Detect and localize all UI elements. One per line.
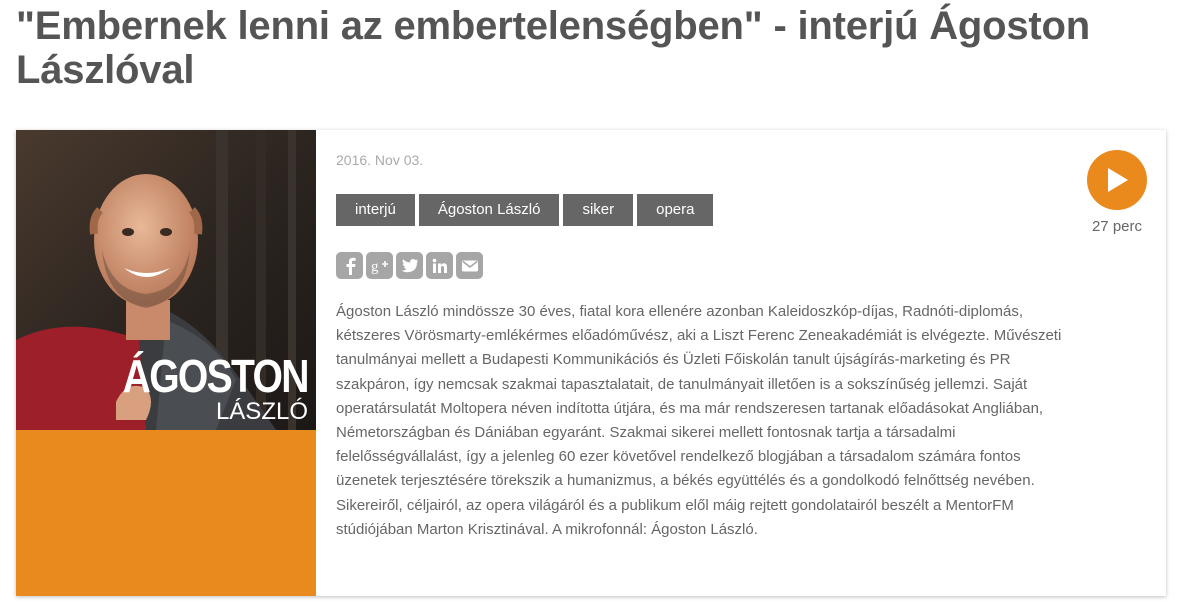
page-title: "Embernek lenni az embertelenségben" - i…	[16, 4, 1091, 92]
episode-card: ÁGOSTON LÁSZLÓ 2016. Nov 03. interjú Ágo…	[16, 130, 1166, 596]
email-icon[interactable]	[456, 252, 483, 279]
twitter-icon[interactable]	[396, 252, 423, 279]
page: "Embernek lenni az embertelenségben" - i…	[0, 0, 1188, 610]
cover-guest-name: ÁGOSTON LÁSZLÓ	[90, 350, 310, 426]
facebook-icon[interactable]	[336, 252, 363, 279]
episode-cover: ÁGOSTON LÁSZLÓ	[16, 130, 316, 596]
episode-description: Ágoston László mindössze 30 éves, fiatal…	[336, 303, 1062, 538]
cover-first-name: ÁGOSTON	[122, 350, 310, 402]
episode-duration: 27 perc	[1091, 218, 1143, 235]
episode-date: 2016. Nov 03.	[336, 152, 424, 168]
tag-siker[interactable]: siker	[563, 194, 634, 226]
svg-text:g: g	[371, 259, 379, 275]
tag-interju[interactable]: interjú	[336, 194, 415, 226]
google-plus-icon[interactable]: g	[366, 252, 393, 279]
play-button[interactable]	[1087, 150, 1147, 210]
linkedin-icon[interactable]	[426, 252, 453, 279]
play-icon	[1108, 168, 1128, 192]
cover-last-name: LÁSZLÓ	[215, 398, 308, 425]
audio-player: 27 perc	[1082, 150, 1152, 235]
share-buttons: g	[336, 252, 483, 279]
tag-list: interjú Ágoston László siker opera	[336, 194, 714, 226]
tag-opera[interactable]: opera	[637, 194, 714, 226]
tag-agoston-laszlo[interactable]: Ágoston László	[418, 194, 560, 226]
